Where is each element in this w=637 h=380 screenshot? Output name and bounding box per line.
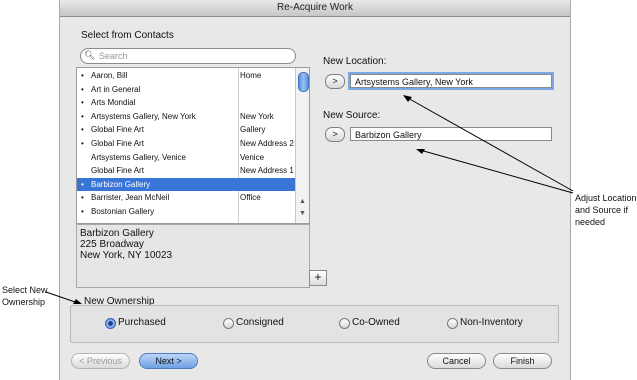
arrow-line-source [419,149,574,194]
annotation-ownership: Select New Ownership [2,285,48,307]
annotation-adjust: Adjust Location and Source if needed [575,193,637,227]
arrow-line-ownership [45,291,79,304]
arrow-line-location [405,96,574,192]
arrow-head-location [403,95,412,102]
annotation-arrows [45,95,574,304]
